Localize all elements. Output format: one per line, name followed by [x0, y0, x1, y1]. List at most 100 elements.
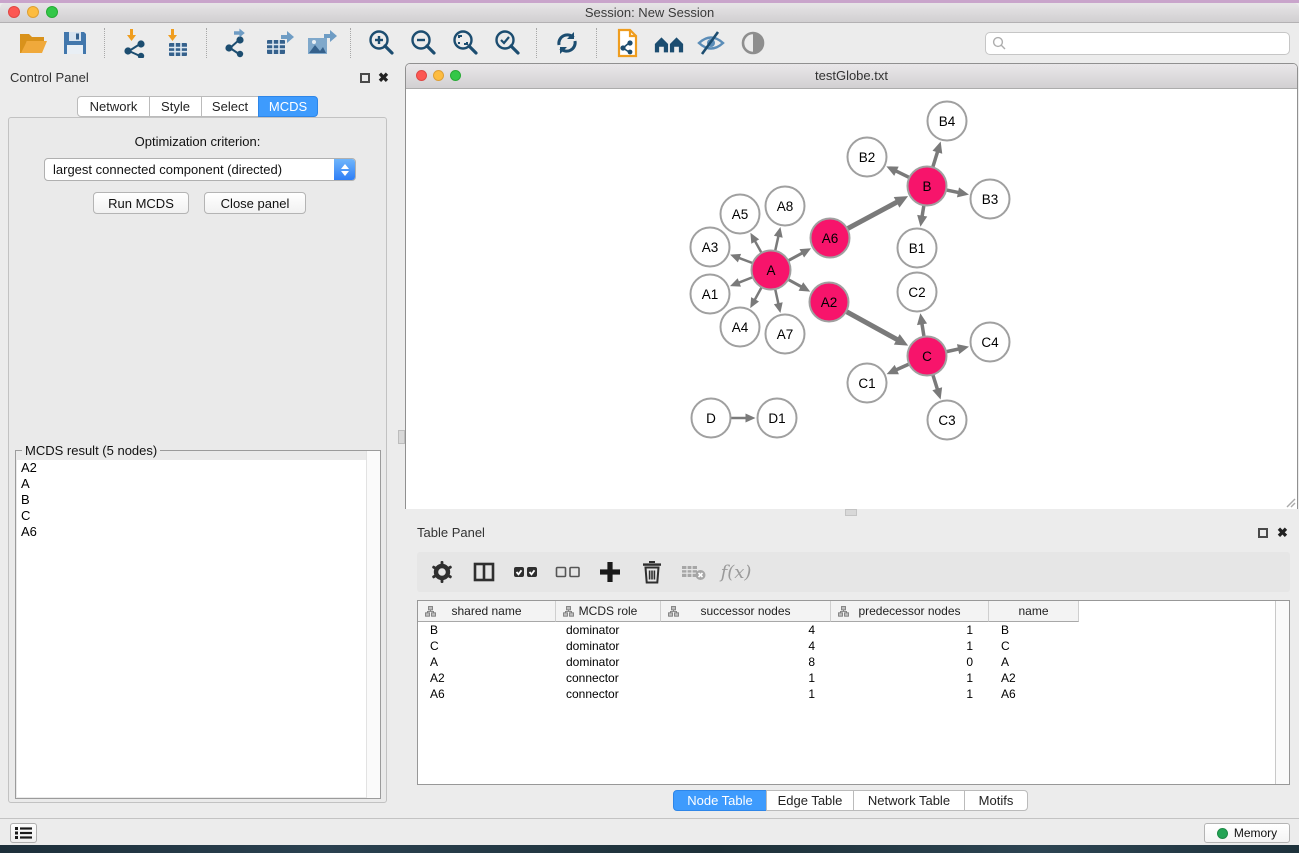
- zoom-fit-icon[interactable]: [449, 28, 481, 58]
- select-all-check-icon[interactable]: [511, 558, 541, 586]
- mcds-result-list[interactable]: A2ABCA6: [17, 460, 379, 797]
- column-label: shared name: [451, 604, 521, 618]
- export-network-icon[interactable]: [221, 28, 253, 58]
- graph-node-label: B: [922, 179, 931, 194]
- graph-edge[interactable]: [775, 289, 779, 305]
- tab-mcds[interactable]: MCDS: [258, 96, 318, 117]
- graph-edge[interactable]: [788, 252, 803, 260]
- table-row[interactable]: A6connector11A6: [418, 686, 1289, 702]
- table-row[interactable]: Adominator80A: [418, 654, 1289, 670]
- table-row[interactable]: A2connector11A2: [418, 670, 1289, 686]
- show-all-icon[interactable]: [737, 28, 769, 58]
- graph-node-label: A3: [702, 240, 719, 255]
- column-header-mcds-role[interactable]: MCDS role: [556, 601, 661, 622]
- table-cell: connector: [556, 671, 661, 685]
- tab-edge-table[interactable]: Edge Table: [766, 790, 854, 811]
- table-scrollbar[interactable]: [1275, 601, 1289, 784]
- column-header-predecessor-nodes[interactable]: predecessor nodes: [831, 601, 989, 622]
- export-image-icon[interactable]: [305, 28, 337, 58]
- criterion-dropdown[interactable]: largest connected component (directed): [44, 158, 356, 181]
- table-cell: 4: [661, 639, 831, 653]
- table-row[interactable]: Bdominator41B: [418, 622, 1289, 638]
- resize-grip-icon[interactable]: [1284, 496, 1296, 508]
- float-table-panel-icon[interactable]: [1258, 528, 1268, 538]
- close-panel-icon[interactable]: ✖: [378, 72, 389, 83]
- graph-edge[interactable]: [847, 201, 898, 228]
- graph-edge[interactable]: [737, 277, 752, 283]
- float-panel-icon[interactable]: [360, 73, 370, 83]
- mcds-result-scrollbar[interactable]: [366, 451, 380, 798]
- graph-edge[interactable]: [946, 349, 960, 352]
- table-cell: 1: [661, 687, 831, 701]
- tab-motifs[interactable]: Motifs: [964, 790, 1028, 811]
- column-header-name[interactable]: name: [989, 601, 1079, 622]
- graph-edge-arrowhead: [746, 414, 756, 423]
- graph-edge[interactable]: [754, 240, 761, 253]
- graph-edge[interactable]: [788, 279, 803, 287]
- graph-edge[interactable]: [895, 364, 909, 370]
- graph-edge[interactable]: [754, 287, 762, 301]
- application-window: Session: New Session: [0, 0, 1299, 853]
- mcds-result-item[interactable]: C: [17, 508, 379, 524]
- deselect-all-icon[interactable]: [553, 558, 583, 586]
- close-table-panel-icon[interactable]: ✖: [1277, 527, 1288, 538]
- mcds-result-item[interactable]: A6: [17, 524, 379, 540]
- table-mode-gear-icon[interactable]: [427, 558, 457, 586]
- open-session-icon[interactable]: [17, 28, 49, 58]
- graph-edge[interactable]: [933, 375, 938, 391]
- task-history-button[interactable]: [10, 823, 37, 843]
- memory-button[interactable]: Memory: [1204, 823, 1290, 843]
- column-label: MCDS role: [579, 604, 638, 618]
- tab-network-table[interactable]: Network Table: [853, 790, 965, 811]
- mcds-result-item[interactable]: B: [17, 492, 379, 508]
- tab-network[interactable]: Network: [77, 96, 150, 117]
- zoom-out-icon[interactable]: [407, 28, 439, 58]
- horizontal-splitter-grip[interactable]: [845, 509, 857, 516]
- column-header-successor-nodes[interactable]: successor nodes: [661, 601, 831, 622]
- mcds-result-item[interactable]: A2: [17, 460, 379, 476]
- tab-node-table[interactable]: Node Table: [673, 790, 767, 811]
- graph-edge[interactable]: [738, 257, 753, 263]
- network-window-titlebar[interactable]: testGlobe.txt: [406, 64, 1297, 89]
- network-canvas[interactable]: AA1A2A3A4A5A6A7A8BB1B2B3B4CC1C2C3C4DD1: [406, 89, 1297, 509]
- control-panel-title: Control Panel: [10, 70, 89, 85]
- column-label: name: [1018, 604, 1048, 618]
- control-panel-tabs: Network Style Select MCDS: [77, 96, 318, 117]
- import-table-icon[interactable]: [161, 28, 193, 58]
- first-neighbors-icon[interactable]: [653, 28, 685, 58]
- tab-select[interactable]: Select: [201, 96, 259, 117]
- run-mcds-button[interactable]: Run MCDS: [93, 192, 189, 214]
- vertical-splitter-grip[interactable]: [398, 430, 405, 444]
- toolbar-separator: [104, 28, 106, 58]
- column-header-shared-name[interactable]: shared name: [418, 601, 556, 622]
- search-icon: [992, 36, 1007, 51]
- graph-edge[interactable]: [946, 190, 960, 193]
- zoom-in-icon[interactable]: [365, 28, 397, 58]
- zoom-selected-icon[interactable]: [491, 28, 523, 58]
- close-panel-button[interactable]: Close panel: [204, 192, 306, 214]
- show-columns-icon[interactable]: [469, 558, 499, 586]
- refresh-layout-icon[interactable]: [551, 28, 583, 58]
- graph-node-label: A4: [732, 320, 749, 335]
- graph-edge[interactable]: [775, 235, 779, 251]
- graph-edge[interactable]: [933, 150, 938, 167]
- table-cell: dominator: [556, 655, 661, 669]
- table-cell: C: [989, 639, 1079, 653]
- create-column-icon[interactable]: [595, 558, 625, 586]
- import-network-icon[interactable]: [119, 28, 151, 58]
- mcds-result-item[interactable]: A: [17, 476, 379, 492]
- graph-edge[interactable]: [922, 322, 924, 336]
- graph-edge[interactable]: [846, 311, 898, 340]
- export-table-icon[interactable]: [263, 28, 295, 58]
- hide-selected-icon[interactable]: [695, 28, 727, 58]
- save-session-icon[interactable]: [59, 28, 91, 58]
- search-input[interactable]: [985, 32, 1290, 55]
- new-network-from-selection-icon[interactable]: [611, 28, 643, 58]
- mcds-result-box: MCDS result (5 nodes) A2ABCA6: [15, 450, 381, 799]
- tab-style[interactable]: Style: [149, 96, 202, 117]
- graph-edge[interactable]: [895, 170, 910, 177]
- delete-column-icon[interactable]: [637, 558, 667, 586]
- mcds-panel: Optimization criterion: largest connecte…: [8, 117, 387, 803]
- graph-node-label: C2: [908, 285, 925, 300]
- table-row[interactable]: Cdominator41C: [418, 638, 1289, 654]
